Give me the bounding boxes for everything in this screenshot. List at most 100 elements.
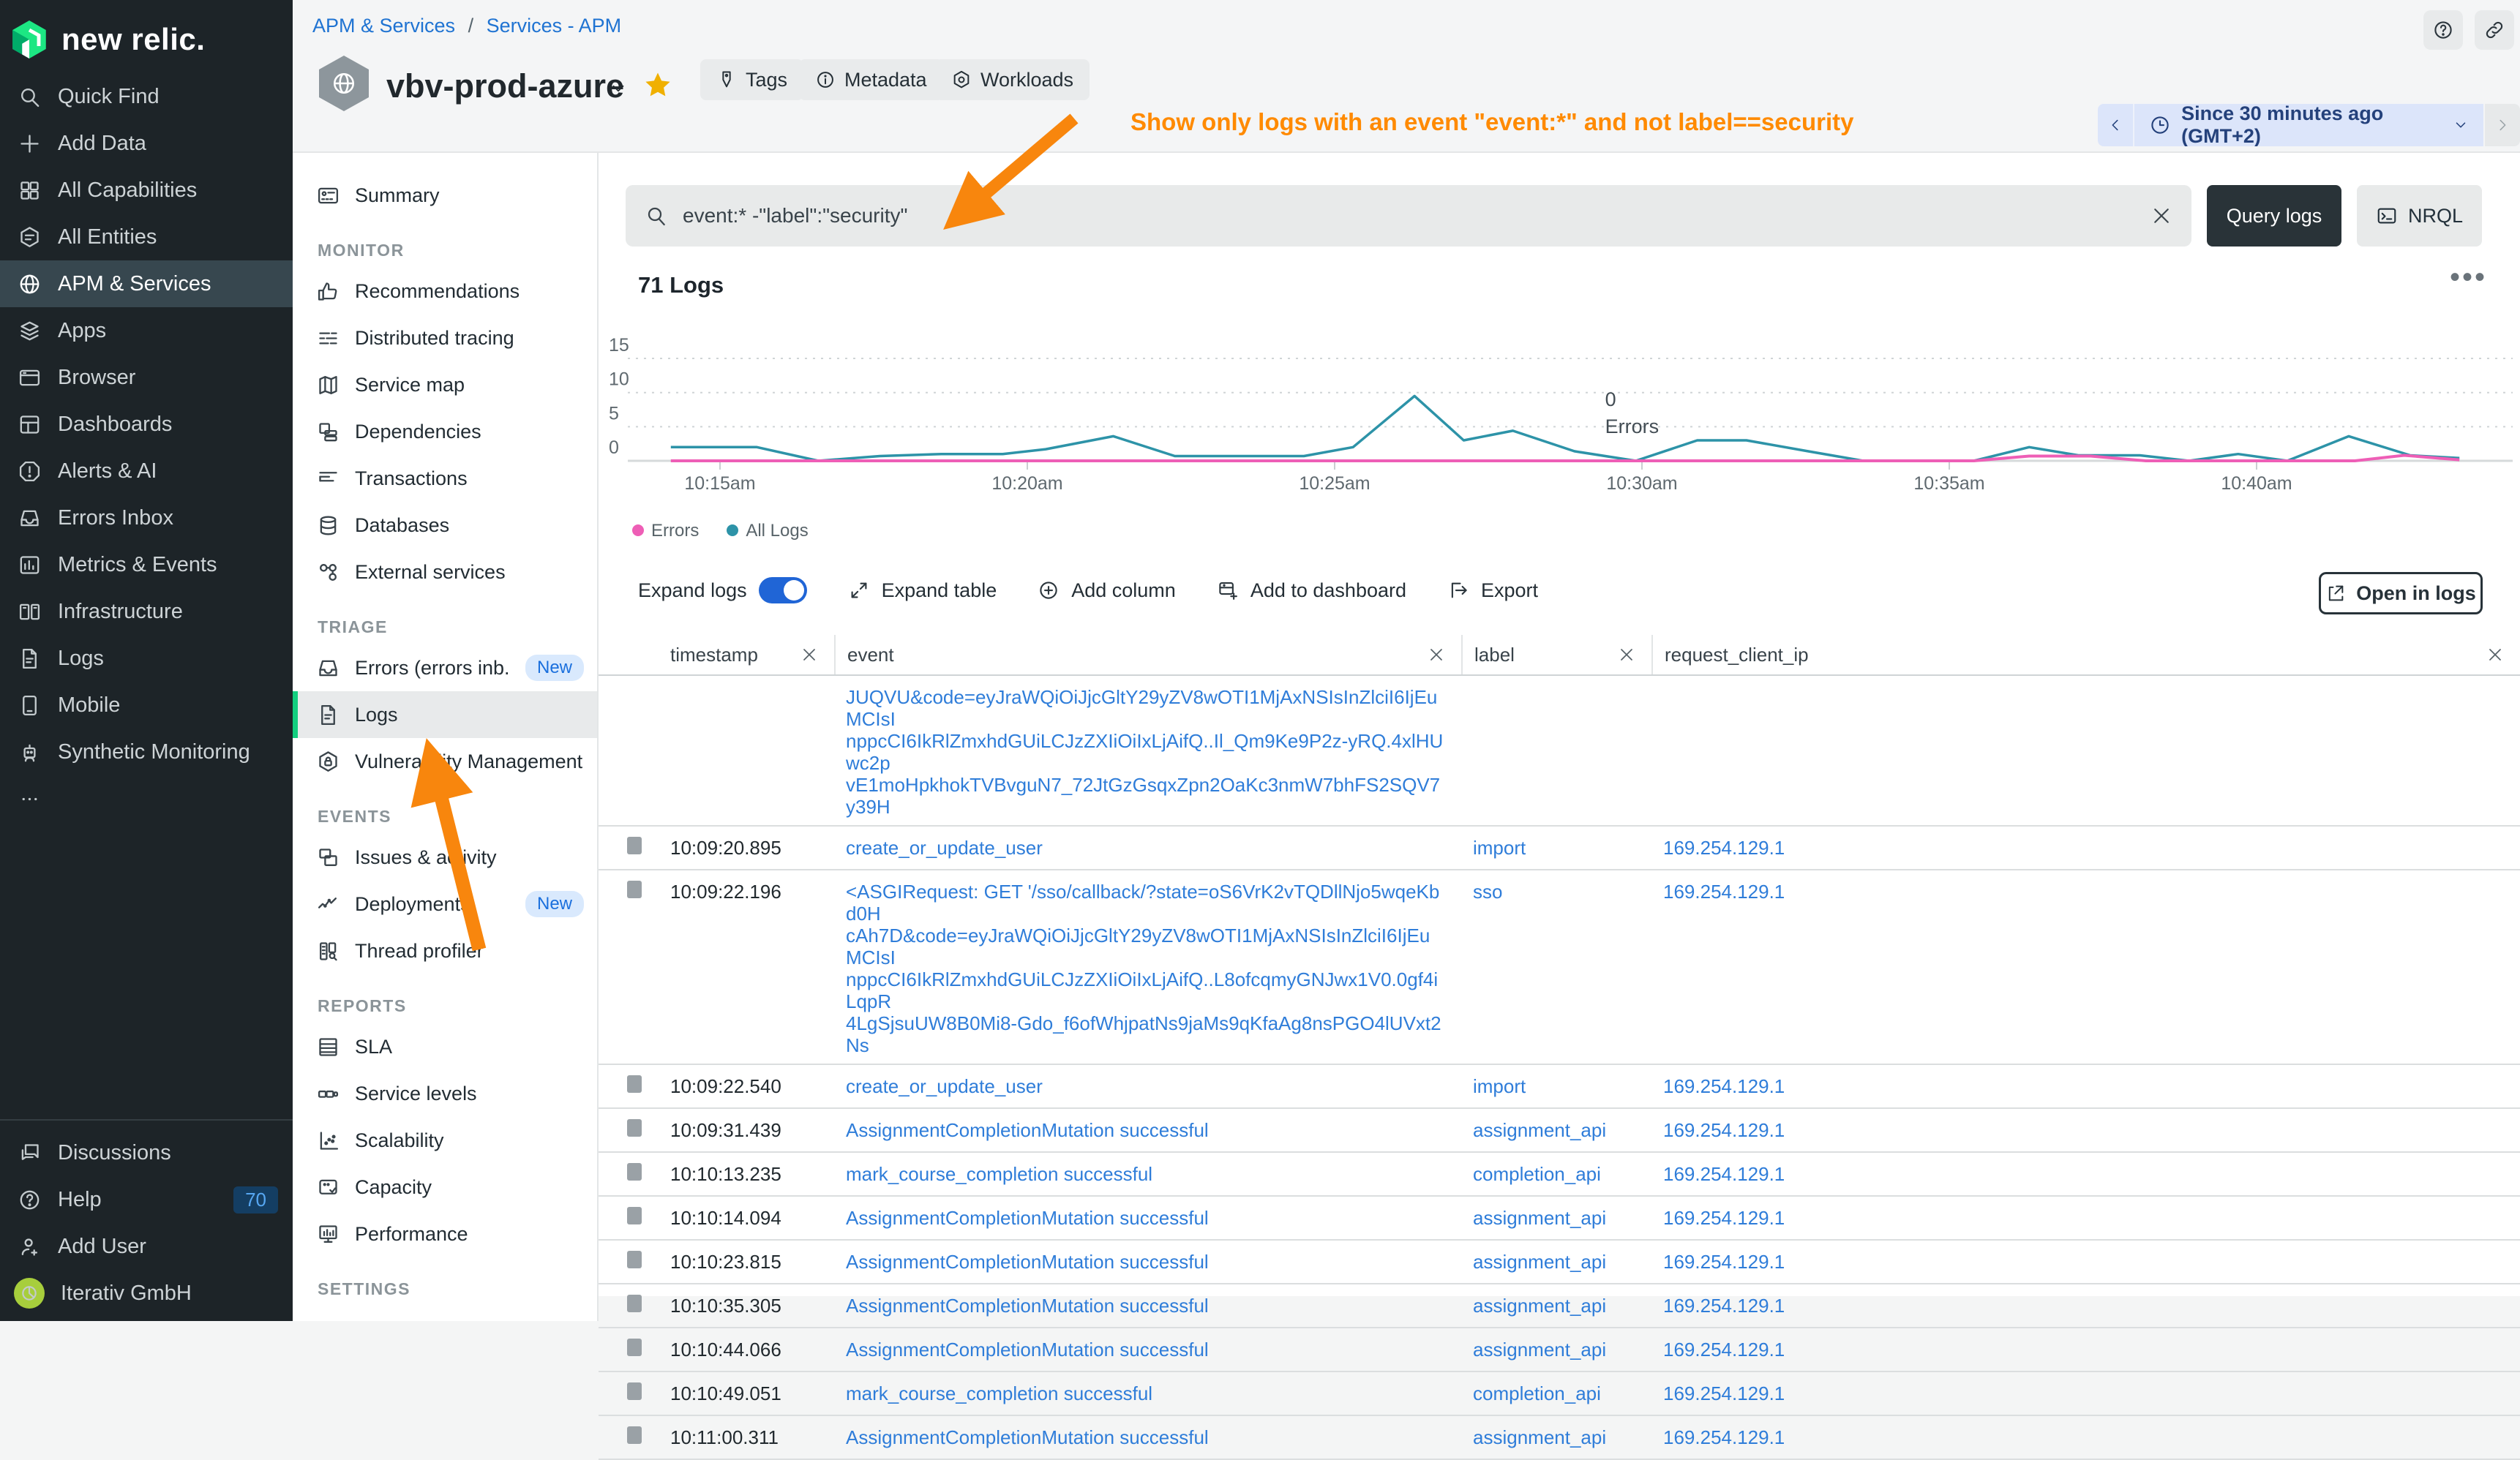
global-nav-item-apps[interactable]: Apps: [0, 307, 293, 354]
table-row[interactable]: 10:10:13.235 mark_course_completion succ…: [599, 1153, 2520, 1197]
global-nav-item-dashboards[interactable]: Dashboards: [0, 401, 293, 448]
entity-nav-item-databases[interactable]: Databases: [293, 502, 597, 549]
global-nav-item-browser[interactable]: Browser: [0, 354, 293, 401]
table-row[interactable]: 10:11:00.311 AssignmentCompletionMutatio…: [599, 1416, 2520, 1460]
global-nav-item-all-entities[interactable]: All Entities: [0, 214, 293, 260]
entity-nav-item-service-map[interactable]: Service map: [293, 361, 597, 408]
tags-button[interactable]: Tags: [700, 59, 803, 100]
remove-column-icon[interactable]: [800, 646, 818, 663]
table-row[interactable]: 10:09:22.196 <ASGIRequest: GET '/sso/cal…: [599, 870, 2520, 1065]
breadcrumb[interactable]: APM & Services / Services - APM: [312, 15, 621, 37]
global-nav-item-errors-inbox[interactable]: Errors Inbox: [0, 494, 293, 541]
entity-nav-item-dependencies[interactable]: Dependencies: [293, 408, 597, 455]
cell-request-client-ip-link[interactable]: 169.254.129.1: [1651, 1328, 2520, 1368]
table-row[interactable]: 10:10:44.066 AssignmentCompletionMutatio…: [599, 1328, 2520, 1372]
query-logs-button[interactable]: Query logs: [2207, 185, 2341, 247]
global-nav-item-discussions[interactable]: Discussions: [0, 1129, 293, 1176]
cell-request-client-ip-link[interactable]: 169.254.129.1: [1651, 1197, 2520, 1236]
cell-event-link[interactable]: JUQVU&code=eyJraWQiOiJjcGltY29yZV8wOTI1M…: [834, 676, 1461, 825]
entity-nav-item-external-services[interactable]: External services: [293, 549, 597, 595]
toolbar-export[interactable]: Export: [1447, 579, 1538, 602]
cell-event-link[interactable]: create_or_update_user: [834, 827, 1461, 866]
workloads-button[interactable]: Workloads: [935, 59, 1090, 100]
global-nav-item-all-capabilities[interactable]: All Capabilities: [0, 167, 293, 214]
global-nav-item-metrics-events[interactable]: Metrics & Events: [0, 541, 293, 588]
cell-label-link[interactable]: assignment_api: [1461, 1284, 1651, 1324]
cell-request-client-ip-link[interactable]: 169.254.129.1: [1651, 870, 2520, 910]
row-indicator[interactable]: [627, 1075, 642, 1093]
table-row[interactable]: 10:10:14.094 AssignmentCompletionMutatio…: [599, 1197, 2520, 1241]
table-row[interactable]: 10:09:22.540 create_or_update_user impor…: [599, 1065, 2520, 1109]
row-indicator[interactable]: [627, 1163, 642, 1181]
table-row[interactable]: 10:10:49.051 mark_course_completion succ…: [599, 1372, 2520, 1416]
breadcrumb-apm-services[interactable]: APM & Services: [312, 15, 455, 37]
column-header-request_client_ip[interactable]: request_client_ip: [1651, 635, 2520, 674]
cell-request-client-ip-link[interactable]: 169.254.129.1: [1651, 1372, 2520, 1412]
cell-event-link[interactable]: <ASGIRequest: GET '/sso/callback/?state=…: [834, 870, 1461, 1064]
global-nav-item-more[interactable]: [0, 775, 293, 822]
entity-nav-item-vulnerability-management[interactable]: Vulnerability Management: [293, 738, 597, 785]
row-indicator[interactable]: [627, 1251, 642, 1268]
cell-event-link[interactable]: AssignmentCompletionMutation successful: [834, 1284, 1461, 1324]
cell-event-link[interactable]: mark_course_completion successful: [834, 1153, 1461, 1192]
row-indicator[interactable]: [627, 1119, 642, 1137]
entity-nav-item-service-levels[interactable]: Service levels: [293, 1070, 597, 1117]
global-nav-item-iterativ-gmbh[interactable]: Iterativ GmbH: [0, 1270, 293, 1317]
cell-event-link[interactable]: create_or_update_user: [834, 1065, 1461, 1105]
entity-nav-item-scalability[interactable]: Scalability: [293, 1117, 597, 1164]
time-picker-next[interactable]: [2483, 104, 2520, 146]
entity-nav-item-transactions[interactable]: Transactions: [293, 455, 597, 502]
entity-nav-item-issues-activity[interactable]: Issues & activity: [293, 834, 597, 881]
cell-request-client-ip-link[interactable]: 169.254.129.1: [1651, 1109, 2520, 1148]
global-nav-item-alerts-ai[interactable]: Alerts & AI: [0, 448, 293, 494]
cell-label-link[interactable]: assignment_api: [1461, 1416, 1651, 1456]
cell-label-link[interactable]: assignment_api: [1461, 1328, 1651, 1368]
help-button[interactable]: [2423, 10, 2463, 50]
row-indicator[interactable]: [627, 1339, 642, 1356]
column-header-event[interactable]: event: [834, 635, 1461, 674]
time-picker-prev[interactable]: [2098, 104, 2134, 146]
table-row[interactable]: 10:10:23.815 AssignmentCompletionMutatio…: [599, 1241, 2520, 1284]
cell-label-link[interactable]: import: [1461, 827, 1651, 866]
global-nav-item-add-user[interactable]: Add User: [0, 1223, 293, 1270]
toolbar-add-to-dashboard[interactable]: Add to dashboard: [1217, 579, 1406, 602]
cell-label-link[interactable]: assignment_api: [1461, 1197, 1651, 1236]
logs-search-input[interactable]: event:* -"label":"security": [626, 185, 2191, 247]
toggle-switch[interactable]: [759, 577, 807, 603]
row-indicator[interactable]: [627, 881, 642, 898]
favorite-star-icon[interactable]: [642, 70, 673, 101]
cell-event-link[interactable]: AssignmentCompletionMutation successful: [834, 1241, 1461, 1280]
cell-request-client-ip-link[interactable]: 169.254.129.1: [1651, 1065, 2520, 1105]
cell-event-link[interactable]: AssignmentCompletionMutation successful: [834, 1197, 1461, 1236]
metadata-button[interactable]: Metadata: [799, 59, 943, 100]
cell-label-link[interactable]: [1461, 676, 1651, 693]
search-query-value[interactable]: event:* -"label":"security": [683, 204, 2136, 227]
row-indicator[interactable]: [627, 837, 642, 854]
entity-nav-item-capacity[interactable]: Capacity: [293, 1164, 597, 1211]
cell-label-link[interactable]: completion_api: [1461, 1153, 1651, 1192]
remove-column-icon[interactable]: [1428, 646, 1445, 663]
new-relic-logo[interactable]: new relic.: [0, 0, 293, 73]
cell-event-link[interactable]: mark_course_completion successful: [834, 1372, 1461, 1412]
cell-request-client-ip-link[interactable]: 169.254.129.1: [1651, 1416, 2520, 1456]
remove-column-icon[interactable]: [2486, 646, 2504, 663]
global-nav-item-help[interactable]: Help 70: [0, 1176, 293, 1223]
entity-nav-item-logs[interactable]: Logs: [293, 691, 597, 738]
clear-search-icon[interactable]: [2150, 205, 2172, 227]
entity-nav-item-errors-errors-inb-[interactable]: Errors (errors inb... New: [293, 644, 597, 691]
entity-nav-item-thread-profiler[interactable]: Thread profiler: [293, 927, 597, 974]
nrql-button[interactable]: NRQL: [2357, 185, 2482, 247]
cell-label-link[interactable]: sso: [1461, 870, 1651, 910]
cell-label-link[interactable]: assignment_api: [1461, 1241, 1651, 1280]
breadcrumb-services-apm[interactable]: Services - APM: [487, 15, 622, 37]
table-row[interactable]: JUQVU&code=eyJraWQiOiJjcGltY29yZV8wOTI1M…: [599, 676, 2520, 827]
global-nav-item-mobile[interactable]: Mobile: [0, 682, 293, 729]
legend-item-all-logs[interactable]: All Logs: [727, 521, 808, 541]
row-indicator[interactable]: [627, 1426, 642, 1444]
cell-request-client-ip-link[interactable]: 169.254.129.1: [1651, 1241, 2520, 1280]
row-indicator[interactable]: [627, 1382, 642, 1400]
page-title[interactable]: vbv-prod-azure: [386, 67, 624, 105]
cell-label-link[interactable]: assignment_api: [1461, 1109, 1651, 1148]
cell-label-link[interactable]: completion_api: [1461, 1372, 1651, 1412]
global-nav-item-quick-find[interactable]: Quick Find: [0, 73, 293, 120]
